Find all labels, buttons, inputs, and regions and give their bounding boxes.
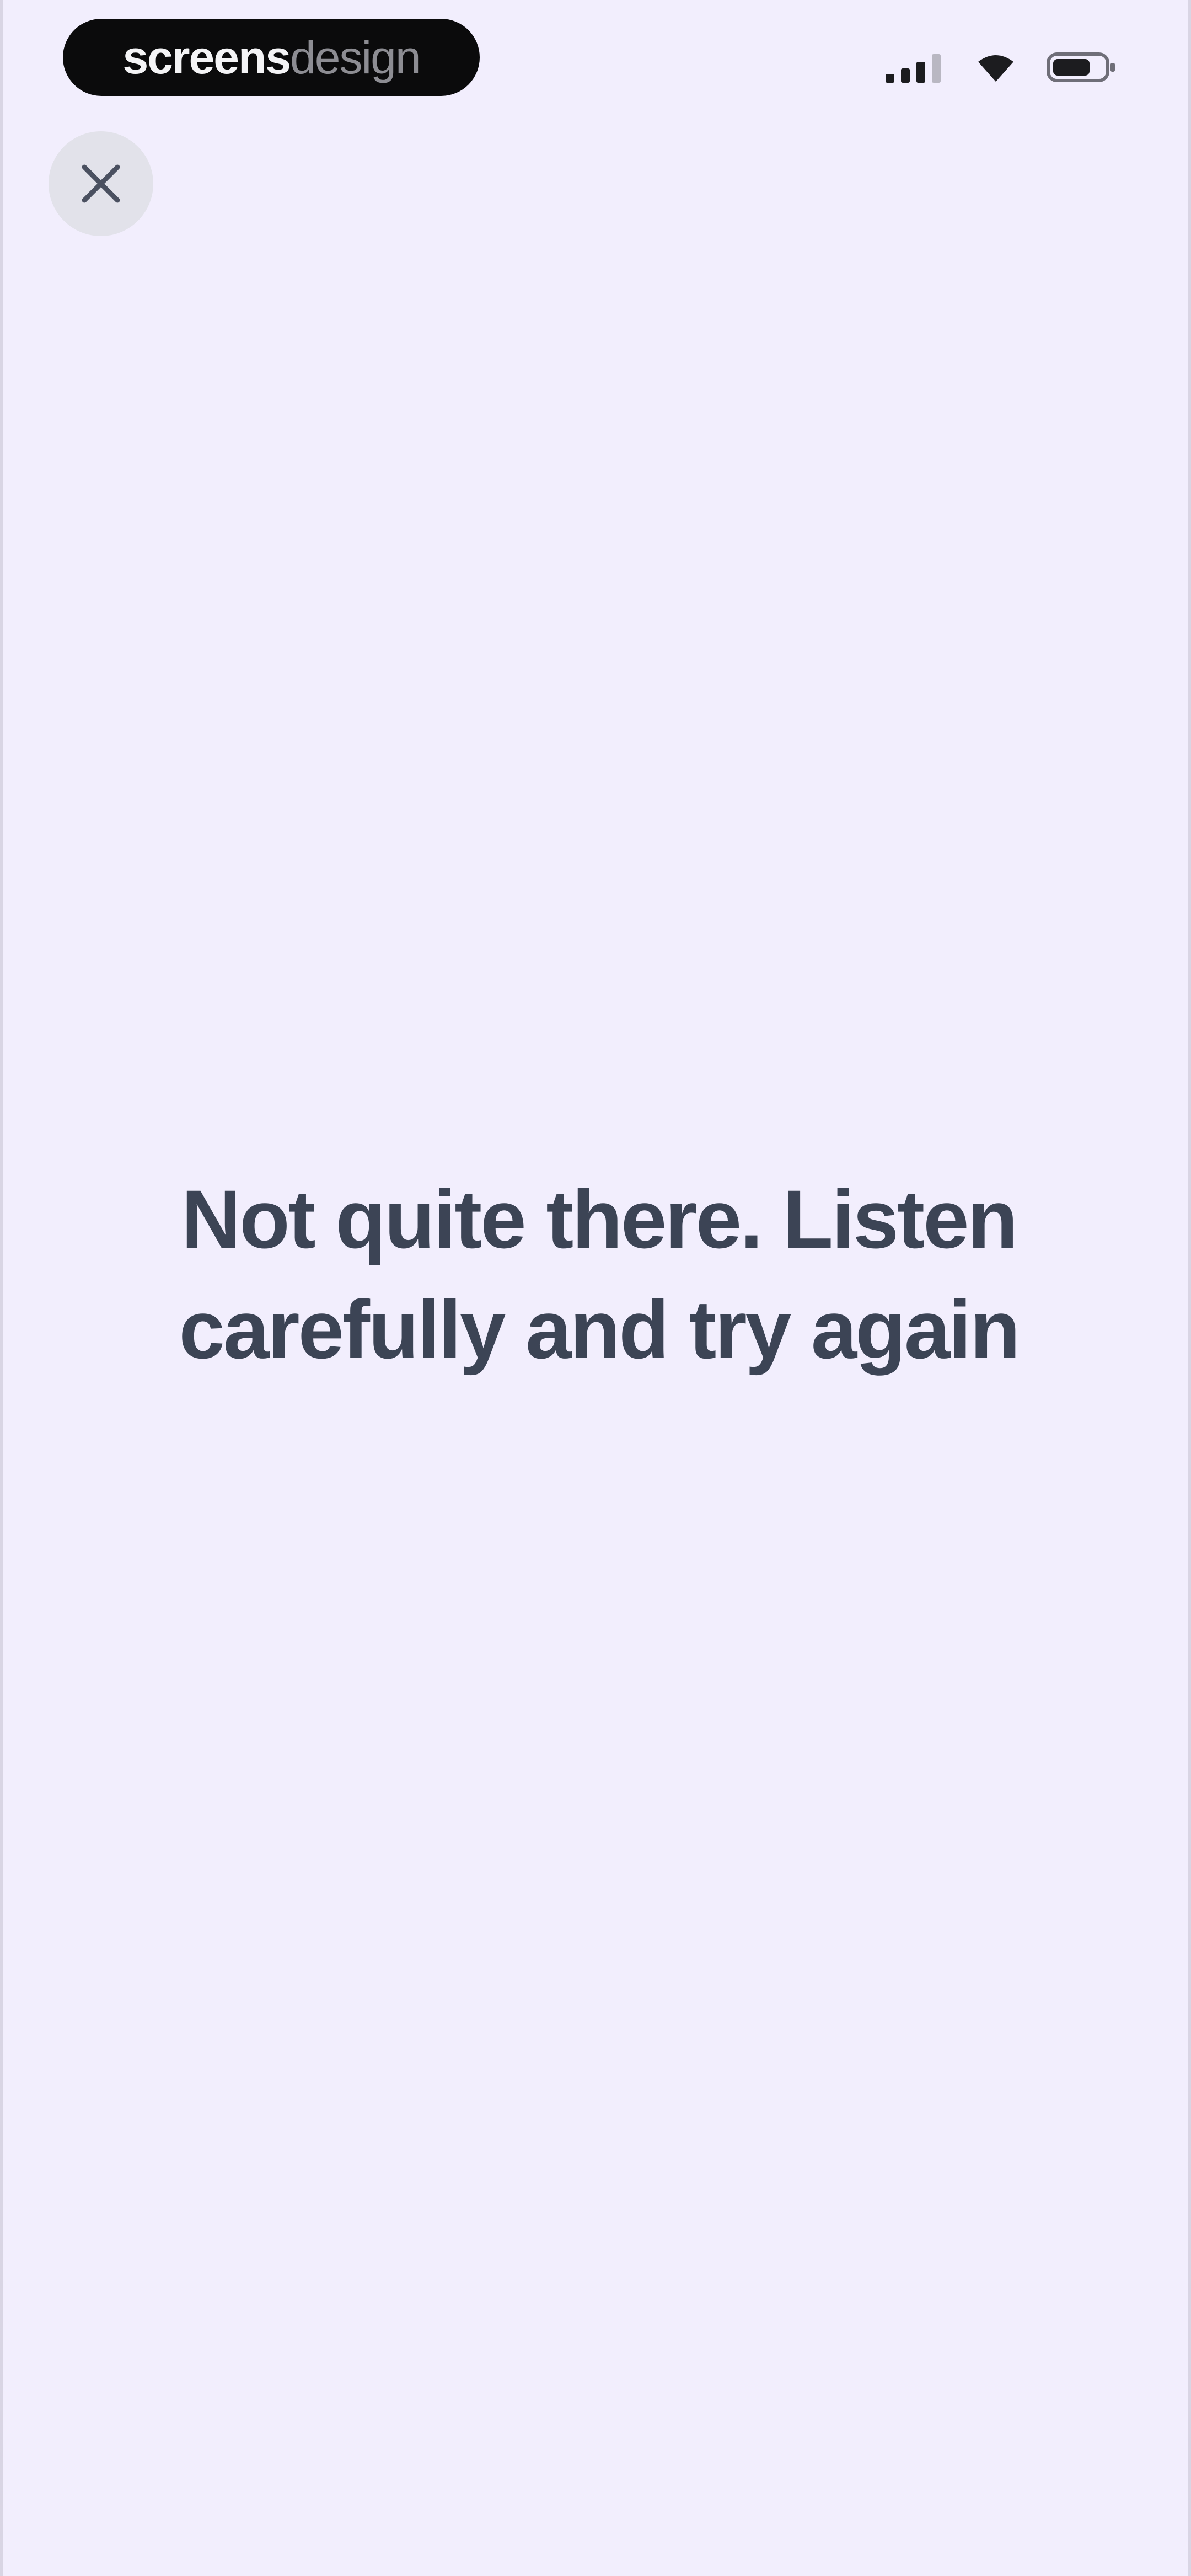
feedback-message-line-1: Not quite there. Listen xyxy=(181,1173,1018,1265)
close-icon xyxy=(82,164,120,203)
status-icons xyxy=(886,51,1116,84)
battery-icon xyxy=(1047,52,1115,82)
feedback-message: Not quite there. Listen carefully and tr… xyxy=(69,1164,1128,1385)
close-button[interactable] xyxy=(49,131,153,236)
wifi-icon xyxy=(978,55,1013,82)
screen: screens design Not quite there. Listen c… xyxy=(0,0,1191,2576)
brand-logo-light: design xyxy=(290,31,421,83)
feedback-message-line-2: carefully and try again xyxy=(179,1283,1020,1376)
status-bar: screens design xyxy=(3,0,1188,116)
brand-logo-strong: screens xyxy=(122,31,291,83)
brand-logo: screens design xyxy=(63,19,480,96)
signal-icon xyxy=(886,54,941,83)
